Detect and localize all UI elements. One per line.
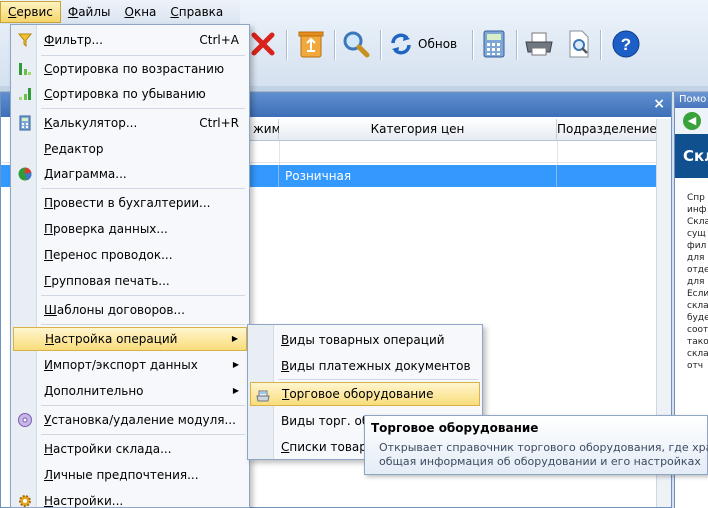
- submenu-arrow-icon: ▶: [232, 360, 239, 369]
- print-preview-button[interactable]: [564, 26, 594, 62]
- delete-icon: [251, 32, 275, 56]
- help-pane-title: Помо: [675, 92, 708, 108]
- help-text: Спр инф Скла сущ фил для отде для Если с…: [687, 193, 708, 371]
- calculator-icon: [19, 115, 31, 131]
- help-nav-bar: ◀: [675, 108, 708, 134]
- menu-item-contract-templates[interactable]: Шаблоны договоров...: [13, 298, 247, 322]
- menu-service[interactable]: Сервис: [0, 1, 61, 23]
- column-header-mode[interactable]: жим: [249, 119, 281, 141]
- pie-chart-icon: [18, 167, 32, 181]
- service-menu: Фильтр... Ctrl+A Сортировка по возрастани…: [10, 24, 250, 508]
- menu-separator: [41, 295, 245, 296]
- back-arrow-icon[interactable]: ◀: [683, 112, 701, 130]
- delete-button[interactable]: [248, 26, 278, 62]
- menu-separator: [41, 324, 245, 325]
- menu-help[interactable]: Справка: [163, 2, 230, 22]
- menu-item-data-check[interactable]: Проверка данных...: [13, 217, 247, 241]
- menu-separator: [278, 379, 478, 380]
- menu-item-filter[interactable]: Фильтр... Ctrl+A: [13, 28, 247, 52]
- print-preview-icon: [569, 30, 589, 58]
- menu-separator: [41, 434, 245, 435]
- column-header-department[interactable]: Подразделение: [557, 119, 657, 141]
- menu-item-batch-print[interactable]: Групповая печать...: [13, 269, 247, 293]
- close-icon[interactable]: ×: [653, 96, 665, 112]
- menu-item-warehouse-settings[interactable]: Настройки склада...: [13, 437, 247, 461]
- menu-item-chart[interactable]: Диаграмма...: [13, 162, 247, 186]
- svg-text:?: ?: [621, 35, 631, 54]
- submenu-arrow-icon: ▶: [232, 386, 239, 395]
- sort-descending-icon: [19, 88, 31, 100]
- tooltip-line-2: общая информация об оборудовании и его н…: [379, 455, 701, 468]
- table-cell-price-category[interactable]: Розничная: [279, 165, 557, 187]
- menu-item-calculator[interactable]: Калькулятор... Ctrl+R: [13, 111, 247, 135]
- menu-item-sort-ascending[interactable]: Сортировка по возрастанию: [13, 57, 247, 81]
- refresh-button[interactable]: Обнов: [388, 26, 466, 62]
- cash-register-icon: [256, 390, 270, 402]
- help-button[interactable]: ?: [608, 26, 644, 62]
- toolbar-separator: [286, 30, 287, 60]
- disc-icon: [18, 413, 32, 427]
- menu-item-personal-preferences[interactable]: Личные предпочтения...: [13, 463, 247, 487]
- menu-item-install-module[interactable]: Установка/удаление модуля...: [13, 408, 247, 432]
- sort-ascending-icon: [19, 63, 31, 75]
- search-button[interactable]: [340, 26, 372, 62]
- refresh-icon: [391, 33, 411, 55]
- printer-icon: [525, 32, 553, 56]
- tooltip: Торговое оборудование Открывает справочн…: [364, 415, 708, 475]
- submenu-item-goods-operation-types[interactable]: Виды товарных операций: [250, 328, 480, 352]
- menu-separator: [41, 108, 245, 109]
- help-heading: Скл: [675, 134, 708, 178]
- menu-item-additional[interactable]: Дополнительно ▶: [13, 379, 247, 403]
- menu-files[interactable]: Файлы: [61, 2, 118, 22]
- toolbar-separator: [600, 30, 601, 60]
- toolbar-separator: [334, 30, 335, 60]
- recycle-icon: [298, 31, 324, 58]
- submenu-item-payment-document-types[interactable]: Виды платежных документов: [250, 354, 480, 378]
- column-header-price-category[interactable]: Категория цен: [279, 119, 557, 141]
- menu-bar: Сервис Файлы Окна Справка: [0, 0, 240, 24]
- menu-item-transfer-entries[interactable]: Перенос проводок...: [13, 243, 247, 267]
- print-button[interactable]: [522, 26, 556, 62]
- menu-windows[interactable]: Окна: [118, 2, 164, 22]
- menu-separator: [41, 405, 245, 406]
- calculator-icon: [483, 30, 505, 58]
- tooltip-title: Торговое оборудование: [371, 421, 539, 435]
- toolbar-separator: [516, 30, 517, 60]
- help-icon: ?: [612, 30, 640, 58]
- table-cell-department[interactable]: [557, 165, 657, 187]
- refresh-label: Обнов: [418, 37, 458, 51]
- menu-item-post-accounting[interactable]: Провести в бухгалтерии...: [13, 191, 247, 215]
- toolbar-separator: [380, 30, 381, 60]
- menu-item-operations-setup[interactable]: Настройка операций ▶: [13, 327, 247, 351]
- search-icon: [343, 31, 370, 58]
- recycle-button[interactable]: [294, 26, 328, 62]
- menu-separator: [41, 55, 245, 56]
- menu-separator: [41, 188, 245, 189]
- gear-icon: [19, 495, 31, 507]
- filter-icon: [17, 33, 33, 48]
- menu-item-editor[interactable]: Редактор: [13, 137, 247, 161]
- tooltip-line-1: Открывает справочник торгового оборудова…: [379, 441, 708, 454]
- toolbar-separator: [472, 30, 473, 60]
- menu-item-import-export[interactable]: Импорт/экспорт данных ▶: [13, 353, 247, 377]
- menu-item-sort-descending[interactable]: Сортировка по убыванию: [13, 82, 247, 106]
- submenu-item-trade-equipment[interactable]: Торговое оборудование: [250, 382, 480, 406]
- calculator-button[interactable]: [478, 26, 510, 62]
- menu-item-settings[interactable]: Настройки...: [13, 489, 247, 508]
- submenu-arrow-icon: ▶: [231, 334, 238, 343]
